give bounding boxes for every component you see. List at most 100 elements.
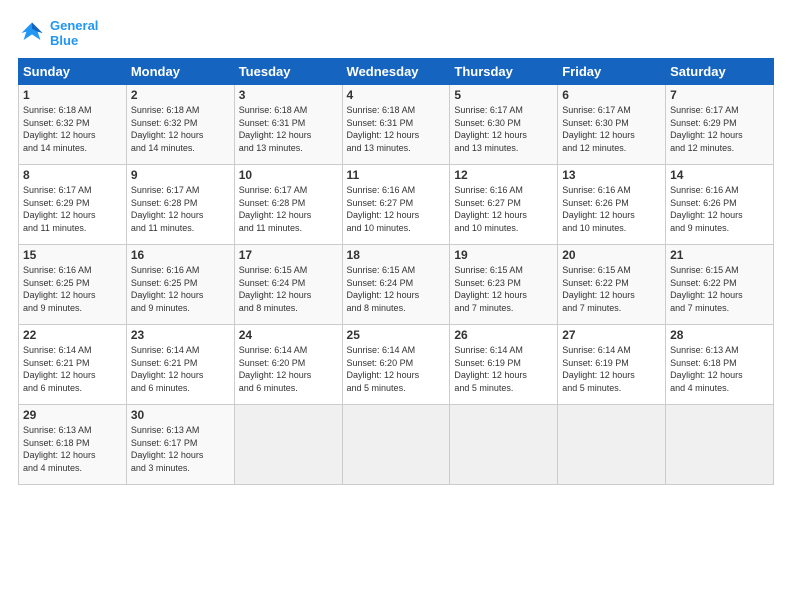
cell-info: Sunrise: 6:17 AM Sunset: 6:30 PM Dayligh… [562,104,661,154]
dow-header-thursday: Thursday [450,59,558,85]
calendar-cell: 28 Sunrise: 6:13 AM Sunset: 6:18 PM Dayl… [666,325,774,405]
cell-info: Sunrise: 6:16 AM Sunset: 6:26 PM Dayligh… [562,184,661,234]
calendar-cell: 15 Sunrise: 6:16 AM Sunset: 6:25 PM Dayl… [19,245,127,325]
cell-info: Sunrise: 6:16 AM Sunset: 6:25 PM Dayligh… [131,264,230,314]
page: General Blue SundayMondayTuesdayWednesda… [0,0,792,612]
cell-info: Sunrise: 6:18 AM Sunset: 6:32 PM Dayligh… [131,104,230,154]
dow-header-tuesday: Tuesday [234,59,342,85]
cell-info: Sunrise: 6:16 AM Sunset: 6:26 PM Dayligh… [670,184,769,234]
calendar-cell: 6 Sunrise: 6:17 AM Sunset: 6:30 PM Dayli… [558,85,666,165]
calendar-cell: 20 Sunrise: 6:15 AM Sunset: 6:22 PM Dayl… [558,245,666,325]
week-row-3: 15 Sunrise: 6:16 AM Sunset: 6:25 PM Dayl… [19,245,774,325]
day-number: 30 [131,408,230,422]
cell-info: Sunrise: 6:18 AM Sunset: 6:31 PM Dayligh… [239,104,338,154]
calendar-body: 1 Sunrise: 6:18 AM Sunset: 6:32 PM Dayli… [19,85,774,485]
day-number: 24 [239,328,338,342]
calendar-cell: 13 Sunrise: 6:16 AM Sunset: 6:26 PM Dayl… [558,165,666,245]
cell-info: Sunrise: 6:18 AM Sunset: 6:32 PM Dayligh… [23,104,122,154]
calendar-cell: 22 Sunrise: 6:14 AM Sunset: 6:21 PM Dayl… [19,325,127,405]
calendar-cell: 23 Sunrise: 6:14 AM Sunset: 6:21 PM Dayl… [126,325,234,405]
day-number: 27 [562,328,661,342]
cell-info: Sunrise: 6:14 AM Sunset: 6:21 PM Dayligh… [23,344,122,394]
cell-info: Sunrise: 6:15 AM Sunset: 6:22 PM Dayligh… [562,264,661,314]
cell-info: Sunrise: 6:17 AM Sunset: 6:30 PM Dayligh… [454,104,553,154]
day-number: 10 [239,168,338,182]
calendar-cell: 26 Sunrise: 6:14 AM Sunset: 6:19 PM Dayl… [450,325,558,405]
cell-info: Sunrise: 6:14 AM Sunset: 6:20 PM Dayligh… [347,344,446,394]
day-number: 21 [670,248,769,262]
dow-header-wednesday: Wednesday [342,59,450,85]
day-number: 19 [454,248,553,262]
day-number: 15 [23,248,122,262]
calendar-cell: 29 Sunrise: 6:13 AM Sunset: 6:18 PM Dayl… [19,405,127,485]
day-number: 23 [131,328,230,342]
cell-info: Sunrise: 6:17 AM Sunset: 6:29 PM Dayligh… [23,184,122,234]
day-number: 9 [131,168,230,182]
calendar-cell: 8 Sunrise: 6:17 AM Sunset: 6:29 PM Dayli… [19,165,127,245]
calendar-cell: 2 Sunrise: 6:18 AM Sunset: 6:32 PM Dayli… [126,85,234,165]
cell-info: Sunrise: 6:16 AM Sunset: 6:27 PM Dayligh… [454,184,553,234]
calendar-cell: 7 Sunrise: 6:17 AM Sunset: 6:29 PM Dayli… [666,85,774,165]
calendar-cell [558,405,666,485]
day-number: 20 [562,248,661,262]
cell-info: Sunrise: 6:13 AM Sunset: 6:18 PM Dayligh… [23,424,122,474]
day-number: 16 [131,248,230,262]
logo: General Blue [18,18,98,48]
calendar-cell: 27 Sunrise: 6:14 AM Sunset: 6:19 PM Dayl… [558,325,666,405]
day-number: 2 [131,88,230,102]
week-row-2: 8 Sunrise: 6:17 AM Sunset: 6:29 PM Dayli… [19,165,774,245]
calendar-cell: 14 Sunrise: 6:16 AM Sunset: 6:26 PM Dayl… [666,165,774,245]
day-number: 11 [347,168,446,182]
cell-info: Sunrise: 6:15 AM Sunset: 6:23 PM Dayligh… [454,264,553,314]
day-number: 28 [670,328,769,342]
week-row-1: 1 Sunrise: 6:18 AM Sunset: 6:32 PM Dayli… [19,85,774,165]
day-number: 25 [347,328,446,342]
calendar-cell [450,405,558,485]
calendar-cell: 4 Sunrise: 6:18 AM Sunset: 6:31 PM Dayli… [342,85,450,165]
cell-info: Sunrise: 6:17 AM Sunset: 6:28 PM Dayligh… [131,184,230,234]
calendar-cell: 11 Sunrise: 6:16 AM Sunset: 6:27 PM Dayl… [342,165,450,245]
calendar-cell: 19 Sunrise: 6:15 AM Sunset: 6:23 PM Dayl… [450,245,558,325]
day-number: 6 [562,88,661,102]
cell-info: Sunrise: 6:14 AM Sunset: 6:20 PM Dayligh… [239,344,338,394]
calendar-table: SundayMondayTuesdayWednesdayThursdayFrid… [18,58,774,485]
cell-info: Sunrise: 6:17 AM Sunset: 6:29 PM Dayligh… [670,104,769,154]
day-number: 12 [454,168,553,182]
calendar-cell: 30 Sunrise: 6:13 AM Sunset: 6:17 PM Dayl… [126,405,234,485]
day-number: 7 [670,88,769,102]
days-of-week-row: SundayMondayTuesdayWednesdayThursdayFrid… [19,59,774,85]
day-number: 29 [23,408,122,422]
dow-header-sunday: Sunday [19,59,127,85]
logo-text: General Blue [50,18,98,48]
cell-info: Sunrise: 6:13 AM Sunset: 6:17 PM Dayligh… [131,424,230,474]
day-number: 8 [23,168,122,182]
calendar-cell: 18 Sunrise: 6:15 AM Sunset: 6:24 PM Dayl… [342,245,450,325]
logo-icon [18,19,46,47]
week-row-4: 22 Sunrise: 6:14 AM Sunset: 6:21 PM Dayl… [19,325,774,405]
day-number: 22 [23,328,122,342]
dow-header-friday: Friday [558,59,666,85]
cell-info: Sunrise: 6:14 AM Sunset: 6:19 PM Dayligh… [562,344,661,394]
cell-info: Sunrise: 6:15 AM Sunset: 6:24 PM Dayligh… [347,264,446,314]
cell-info: Sunrise: 6:16 AM Sunset: 6:27 PM Dayligh… [347,184,446,234]
cell-info: Sunrise: 6:14 AM Sunset: 6:19 PM Dayligh… [454,344,553,394]
dow-header-saturday: Saturday [666,59,774,85]
calendar-cell: 17 Sunrise: 6:15 AM Sunset: 6:24 PM Dayl… [234,245,342,325]
cell-info: Sunrise: 6:17 AM Sunset: 6:28 PM Dayligh… [239,184,338,234]
calendar-cell: 5 Sunrise: 6:17 AM Sunset: 6:30 PM Dayli… [450,85,558,165]
day-number: 4 [347,88,446,102]
day-number: 5 [454,88,553,102]
calendar-cell: 12 Sunrise: 6:16 AM Sunset: 6:27 PM Dayl… [450,165,558,245]
week-row-5: 29 Sunrise: 6:13 AM Sunset: 6:18 PM Dayl… [19,405,774,485]
calendar-cell: 3 Sunrise: 6:18 AM Sunset: 6:31 PM Dayli… [234,85,342,165]
day-number: 14 [670,168,769,182]
calendar-cell: 1 Sunrise: 6:18 AM Sunset: 6:32 PM Dayli… [19,85,127,165]
day-number: 18 [347,248,446,262]
cell-info: Sunrise: 6:13 AM Sunset: 6:18 PM Dayligh… [670,344,769,394]
calendar-cell [666,405,774,485]
day-number: 1 [23,88,122,102]
calendar-cell: 21 Sunrise: 6:15 AM Sunset: 6:22 PM Dayl… [666,245,774,325]
calendar-cell: 10 Sunrise: 6:17 AM Sunset: 6:28 PM Dayl… [234,165,342,245]
cell-info: Sunrise: 6:18 AM Sunset: 6:31 PM Dayligh… [347,104,446,154]
calendar-cell: 9 Sunrise: 6:17 AM Sunset: 6:28 PM Dayli… [126,165,234,245]
